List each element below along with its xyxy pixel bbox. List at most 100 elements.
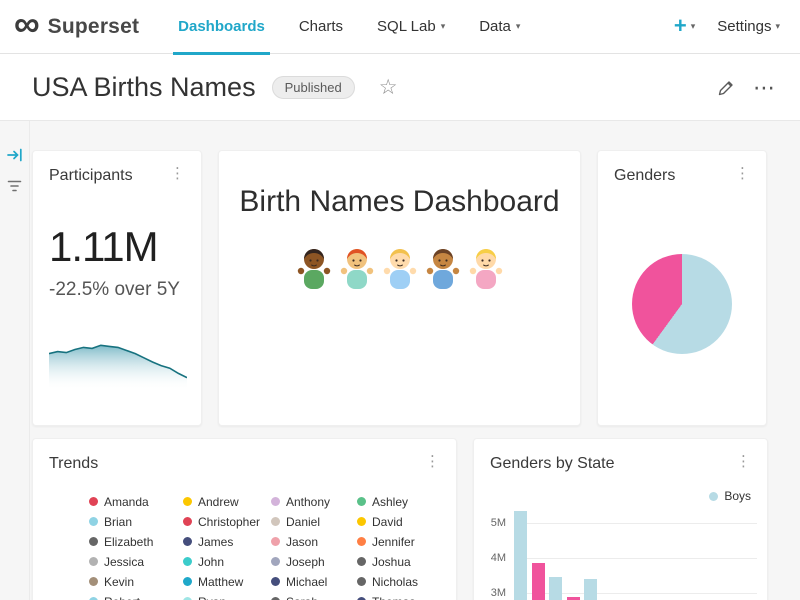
- legend-item[interactable]: Jason: [271, 535, 357, 548]
- kebab-menu-icon[interactable]: ⋮: [166, 164, 189, 182]
- edit-pencil-icon[interactable]: [717, 79, 735, 97]
- legend-item[interactable]: Ashley: [357, 495, 437, 508]
- legend-label: Joshua: [372, 555, 411, 569]
- dashboard-grid: Participants ⋮ 1.11M -22.5% over 5Y Birt…: [0, 121, 800, 600]
- chart-title: Participants: [49, 167, 133, 185]
- legend-dot: [183, 517, 192, 526]
- legend-label: Kevin: [104, 575, 134, 589]
- favorite-star-icon[interactable]: ☆: [379, 75, 398, 100]
- nav-dashboards-label: Dashboards: [178, 18, 265, 35]
- legend-item[interactable]: Christopher: [183, 515, 271, 528]
- legend-item[interactable]: Joshua: [357, 555, 437, 568]
- legend-label: Brian: [104, 515, 132, 529]
- legend-item[interactable]: Daniel: [271, 515, 357, 528]
- y-axis-tick-label: 3M: [480, 587, 506, 599]
- legend-label: John: [198, 555, 224, 569]
- top-navigation: ∞ Superset Dashboards Charts SQL Lab ▾ D…: [0, 0, 800, 54]
- legend-dot: [89, 517, 98, 526]
- chart-legend-boys[interactable]: Boys: [709, 489, 751, 503]
- legend-dot: [271, 497, 280, 506]
- legend-item[interactable]: Anthony: [271, 495, 357, 508]
- more-actions-icon[interactable]: ⋯: [753, 77, 776, 99]
- legend-item[interactable]: Nicholas: [357, 575, 437, 588]
- settings-menu[interactable]: Settings ▾: [717, 18, 780, 35]
- chart-card-trends: Trends ⋮ AmandaAndrewAnthonyAshleyBrianC…: [32, 438, 457, 600]
- legend-dot-boys: [709, 492, 718, 501]
- legend-dot: [183, 497, 192, 506]
- legend-dot: [271, 537, 280, 546]
- legend-item[interactable]: Sarah: [271, 595, 357, 600]
- legend-item[interactable]: James: [183, 535, 271, 548]
- legend-item[interactable]: Michael: [271, 575, 357, 588]
- legend-item[interactable]: Elizabeth: [89, 535, 183, 548]
- nav-data-label: Data: [479, 18, 511, 35]
- legend-dot: [271, 517, 280, 526]
- gridline: [516, 523, 757, 524]
- legend-dot: [183, 577, 192, 586]
- legend-dot: [89, 537, 98, 546]
- legend-item[interactable]: Amanda: [89, 495, 183, 508]
- caret-down-icon: ▾: [441, 22, 446, 31]
- legend-item[interactable]: Brian: [89, 515, 183, 528]
- legend-item[interactable]: Robert: [89, 595, 183, 600]
- legend-item[interactable]: John: [183, 555, 271, 568]
- child-figure: [468, 245, 504, 291]
- legend-item[interactable]: Jennifer: [357, 535, 437, 548]
- kebab-menu-icon[interactable]: ⋮: [731, 164, 754, 182]
- big-number-value: 1.11M: [49, 223, 158, 271]
- kebab-menu-icon[interactable]: ⋮: [421, 452, 444, 470]
- legend-item[interactable]: Andrew: [183, 495, 271, 508]
- bar-boys[interactable]: [514, 511, 527, 600]
- nav-charts[interactable]: Charts: [282, 0, 360, 54]
- dashboard-title: USA Births Names: [32, 72, 256, 103]
- superset-brand[interactable]: ∞ Superset: [0, 12, 139, 42]
- child-figure: [382, 245, 418, 291]
- genders-by-state-plot[interactable]: 5M4M3M: [474, 439, 767, 600]
- legend-dot: [357, 557, 366, 566]
- nav-dashboards[interactable]: Dashboards: [161, 0, 282, 54]
- published-badge[interactable]: Published: [272, 76, 355, 99]
- main-menu: Dashboards Charts SQL Lab ▾ Data ▾: [161, 0, 537, 54]
- chart-title: Genders: [614, 167, 675, 185]
- legend-label: Amanda: [104, 495, 149, 509]
- markdown-card: Birth Names Dashboard: [218, 150, 581, 426]
- chart-card-genders-by-state: Genders by State ⋮ Boys 5M4M3M: [473, 438, 768, 600]
- caret-down-icon: ▾: [691, 22, 696, 31]
- bar-boys[interactable]: [549, 577, 562, 600]
- legend-item[interactable]: David: [357, 515, 437, 528]
- bar-boys[interactable]: [584, 579, 597, 600]
- legend-dot: [271, 557, 280, 566]
- legend-label: Boys: [724, 489, 751, 503]
- legend-dot: [183, 537, 192, 546]
- bar-girls[interactable]: [532, 563, 545, 600]
- legend-label: Joseph: [286, 555, 325, 569]
- legend-label: Jessica: [104, 555, 144, 569]
- legend-item[interactable]: Ryan: [183, 595, 271, 600]
- legend-dot: [89, 497, 98, 506]
- legend-dot: [357, 537, 366, 546]
- y-axis-tick-label: 5M: [480, 517, 506, 529]
- nav-data[interactable]: Data ▾: [462, 0, 537, 54]
- legend-label: Andrew: [198, 495, 239, 509]
- bar-girls[interactable]: [567, 597, 580, 600]
- legend-item[interactable]: Thomas: [357, 595, 437, 600]
- child-figure: [296, 245, 332, 291]
- nav-right-section: + ▾ Settings ▾: [674, 17, 800, 37]
- legend-item[interactable]: Jessica: [89, 555, 183, 568]
- expand-filter-bar-icon[interactable]: [7, 147, 23, 163]
- legend-label: Sarah: [286, 595, 318, 600]
- trends-legend: Amanda Andrew AnthonyAshley Brian Christophe…: [89, 495, 448, 600]
- legend-label: James: [198, 535, 233, 549]
- legend-dot: [89, 577, 98, 586]
- legend-item[interactable]: Matthew: [183, 575, 271, 588]
- legend-label: Nicholas: [372, 575, 418, 589]
- caret-down-icon: ▾: [775, 22, 780, 31]
- genders-pie-chart[interactable]: [632, 254, 732, 354]
- legend-item[interactable]: Kevin: [89, 575, 183, 588]
- new-item-button[interactable]: + ▾: [674, 17, 695, 37]
- nav-sql-lab-label: SQL Lab: [377, 18, 436, 35]
- filter-icon[interactable]: [7, 179, 22, 193]
- nav-sql-lab[interactable]: SQL Lab ▾: [360, 0, 462, 54]
- caret-down-icon: ▾: [516, 22, 521, 31]
- legend-item[interactable]: Joseph: [271, 555, 357, 568]
